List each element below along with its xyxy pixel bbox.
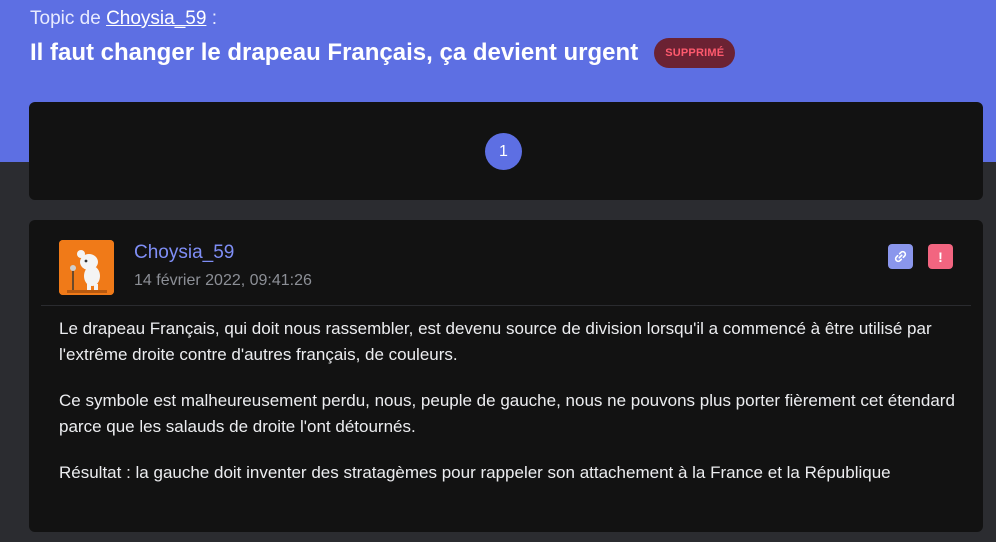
link-icon xyxy=(894,250,907,263)
post-date: 14 février 2022, 09:41:26 xyxy=(134,272,312,289)
post-card: Choysia_59 14 février 2022, 09:41:26 ! L… xyxy=(29,220,983,532)
status-badge: SUPPRIMÉ xyxy=(654,38,736,68)
post-paragraph: Le drapeau Français, qui doit nous rasse… xyxy=(59,319,932,364)
topic-suffix: : xyxy=(211,8,217,29)
avatar[interactable] xyxy=(59,240,114,295)
report-icon: ! xyxy=(938,248,943,265)
post-paragraph: Ce symbole est malheureusement perdu, no… xyxy=(59,391,955,436)
poodle-avatar-icon xyxy=(59,240,114,295)
post-content: Le drapeau Français, qui doit nous rasse… xyxy=(59,316,964,506)
topic-author-link[interactable]: Choysia_59 xyxy=(106,8,206,29)
page-title: Il faut changer le drapeau Français, ça … xyxy=(30,39,639,66)
post-paragraph: Résultat : la gauche doit inventer des s… xyxy=(59,463,891,482)
report-button[interactable]: ! xyxy=(928,244,953,269)
post-author-link[interactable]: Choysia_59 xyxy=(134,242,234,264)
topic-byline: Topic de Choysia_59 : xyxy=(30,8,217,30)
post-divider xyxy=(41,305,971,306)
topic-prefix: Topic de xyxy=(30,8,101,29)
title-row: Il faut changer le drapeau Français, ça … xyxy=(30,38,736,68)
pagination: 1 xyxy=(29,102,983,200)
permalink-button[interactable] xyxy=(888,244,913,269)
page-button-current[interactable]: 1 xyxy=(485,133,522,170)
